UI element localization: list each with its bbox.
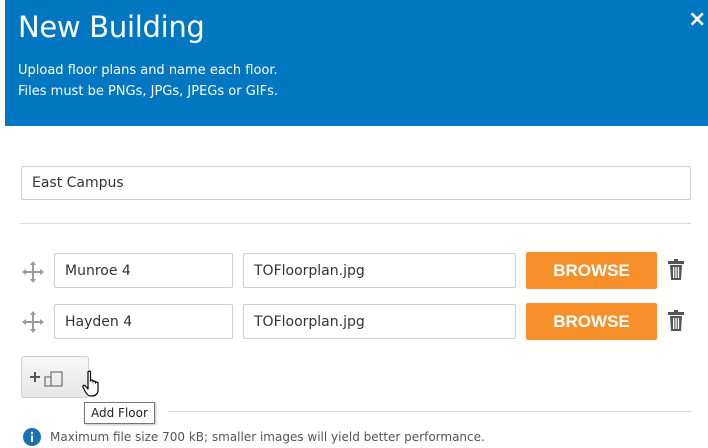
new-building-dialog: New Building Upload floor plans and name… bbox=[0, 0, 708, 448]
subtitle-line-1: Upload floor plans and name each floor. bbox=[18, 63, 278, 78]
close-icon[interactable]: × bbox=[688, 8, 706, 32]
section-divider bbox=[20, 223, 691, 224]
building-name-input[interactable] bbox=[21, 166, 691, 200]
footer-divider bbox=[168, 411, 691, 412]
subtitle-line-2: Files must be PNGs, JPGs, JPEGs or GIFs. bbox=[18, 84, 278, 99]
browse-button[interactable]: BROWSE bbox=[526, 303, 657, 340]
trash-icon[interactable] bbox=[667, 259, 685, 281]
add-floor-tooltip: Add Floor bbox=[84, 402, 155, 424]
hand-cursor-icon bbox=[82, 370, 99, 397]
trash-icon[interactable] bbox=[667, 310, 685, 332]
file-size-note: Maximum file size 700 kB; smaller images… bbox=[50, 430, 485, 444]
drag-move-icon[interactable] bbox=[21, 310, 45, 334]
add-floor-icon bbox=[30, 371, 63, 387]
dialog-subtitle: Upload floor plans and name each floor. … bbox=[18, 60, 278, 102]
add-floor-button[interactable] bbox=[21, 356, 89, 398]
info-icon bbox=[23, 428, 41, 446]
floor-name-input[interactable] bbox=[54, 304, 233, 339]
floor-file-input[interactable] bbox=[243, 253, 516, 288]
drag-move-icon[interactable] bbox=[21, 260, 45, 284]
browse-button[interactable]: BROWSE bbox=[526, 252, 657, 289]
dialog-header: New Building Upload floor plans and name… bbox=[5, 0, 708, 126]
floor-name-input[interactable] bbox=[54, 253, 233, 288]
floor-file-input[interactable] bbox=[243, 304, 516, 339]
dialog-title: New Building bbox=[18, 10, 205, 44]
